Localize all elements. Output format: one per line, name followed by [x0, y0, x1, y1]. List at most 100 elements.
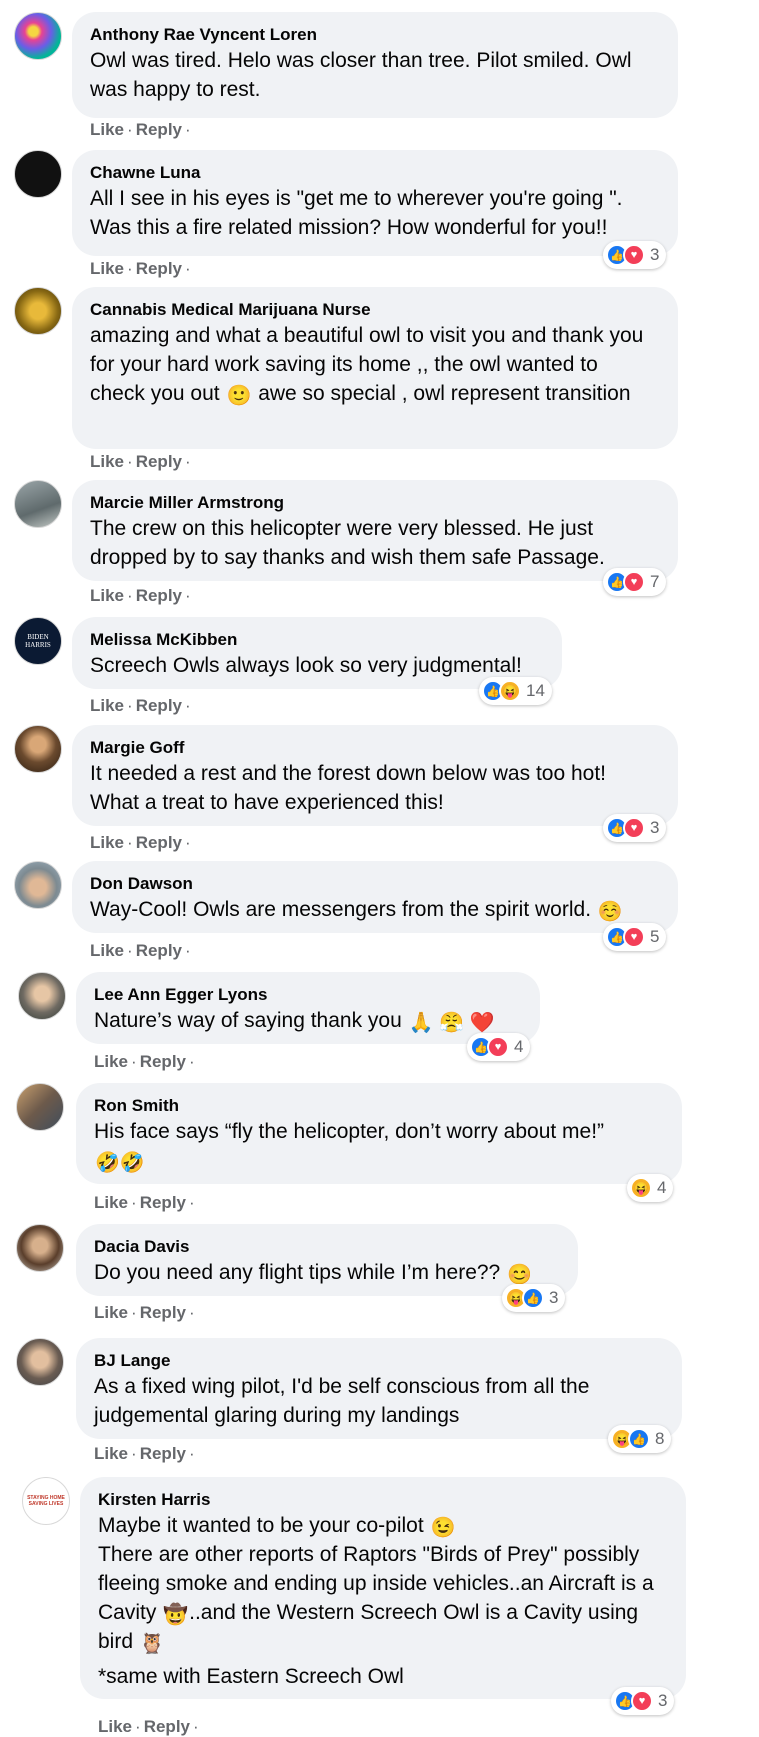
- comment-text: Maybe it wanted to be your co-pilot 😉 Th…: [98, 1514, 654, 1688]
- comment-text: amazing and what a beautiful owl to visi…: [90, 324, 644, 407]
- avatar[interactable]: [14, 725, 62, 773]
- comment-bubble: Marcie Miller Armstrong The crew on this…: [72, 480, 678, 581]
- like-link[interactable]: Like: [94, 1193, 128, 1212]
- haha-reaction-icon: 😝: [630, 1177, 652, 1199]
- comment-author[interactable]: Cannabis Medical Marijuana Nurse: [90, 299, 658, 321]
- comment-actions: Like · Reply ·: [98, 1717, 199, 1736]
- comment-actions: Like · Reply ·: [90, 833, 191, 852]
- avatar[interactable]: [14, 287, 62, 335]
- avatar[interactable]: [14, 861, 62, 909]
- like-link[interactable]: Like: [90, 452, 124, 471]
- comment-actions: Like · Reply ·: [90, 259, 191, 278]
- comment-actions: Like · Reply ·: [94, 1052, 195, 1071]
- reply-link[interactable]: Reply: [140, 1193, 186, 1212]
- reaction-count: 7: [650, 572, 660, 591]
- reply-link[interactable]: Reply: [136, 833, 182, 852]
- avatar[interactable]: [16, 1224, 64, 1272]
- reply-link[interactable]: Reply: [140, 1052, 186, 1071]
- reaction-count: 8: [655, 1429, 665, 1448]
- reply-link[interactable]: Reply: [136, 696, 182, 715]
- comment-actions: Like · Reply ·: [94, 1303, 195, 1322]
- wink-emoji-icon: 😉: [430, 1517, 456, 1539]
- reaction-count: 4: [657, 1178, 667, 1197]
- love-reaction-icon: ♥: [623, 926, 645, 948]
- comment-author[interactable]: Marcie Miller Armstrong: [90, 492, 658, 514]
- like-link[interactable]: Like: [90, 120, 124, 139]
- comment-text: Owl was tired. Helo was closer than tree…: [90, 49, 632, 101]
- comment-actions: Like · Reply ·: [90, 452, 191, 471]
- comment-bubble: BJ Lange As a fixed wing pilot, I'd be s…: [76, 1338, 682, 1439]
- smiling-eyes-emoji-icon: 😊: [507, 1264, 532, 1286]
- haha-reaction-icon: 😝: [499, 680, 521, 702]
- like-link[interactable]: Like: [98, 1717, 132, 1736]
- reaction-summary[interactable]: 👍 ♥ 5: [603, 923, 667, 951]
- comment-text: Nature’s way of saying thank you 🙏 😤 ❤️: [94, 1009, 495, 1034]
- avatar-logo-text: STAYING HOME SAVING LIVES: [27, 1495, 65, 1507]
- reaction-summary[interactable]: 😝 4: [627, 1174, 674, 1202]
- like-link[interactable]: Like: [90, 259, 124, 278]
- avatar[interactable]: BIDEN HARRIS: [14, 617, 62, 665]
- reaction-summary[interactable]: 👍 ♥ 4: [467, 1033, 531, 1061]
- reaction-count: 3: [650, 245, 660, 264]
- avatar[interactable]: [14, 150, 62, 198]
- reply-link[interactable]: Reply: [144, 1717, 190, 1736]
- comment-author[interactable]: Kirsten Harris: [98, 1489, 666, 1511]
- reaction-summary[interactable]: 👍 ♥ 3: [603, 814, 667, 842]
- comment-bubble: Ron Smith His face says “fly the helicop…: [76, 1083, 682, 1184]
- comment-author[interactable]: Don Dawson: [90, 873, 658, 895]
- relieved-smile-emoji-icon: ☺️: [597, 901, 623, 923]
- comment-text: His face says “fly the helicopter, don’t…: [94, 1120, 605, 1174]
- avatar[interactable]: [18, 972, 66, 1020]
- reaction-summary[interactable]: 👍 😝 14: [479, 677, 552, 705]
- reply-link[interactable]: Reply: [140, 1303, 186, 1322]
- like-link[interactable]: Like: [90, 941, 124, 960]
- reaction-summary[interactable]: 👍 ♥ 7: [603, 568, 667, 596]
- comment-thread: Anthony Rae Vyncent Loren Owl was tired.…: [0, 0, 759, 1736]
- reply-link[interactable]: Reply: [136, 941, 182, 960]
- comment-actions: Like · Reply ·: [94, 1444, 195, 1463]
- comment-author[interactable]: Lee Ann Egger Lyons: [94, 984, 520, 1006]
- avatar[interactable]: STAYING HOME SAVING LIVES: [22, 1477, 70, 1525]
- comment-author[interactable]: Dacia Davis: [94, 1236, 558, 1258]
- comment-bubble: Kirsten Harris Maybe it wanted to be you…: [80, 1477, 686, 1699]
- reply-link[interactable]: Reply: [136, 452, 182, 471]
- owl-emoji-icon: 🦉: [139, 1633, 165, 1655]
- reaction-summary[interactable]: 😝 👍 3: [502, 1284, 566, 1312]
- like-link[interactable]: Like: [94, 1444, 128, 1463]
- like-link[interactable]: Like: [94, 1052, 128, 1071]
- comment-author[interactable]: Margie Goff: [90, 737, 658, 759]
- reaction-count: 3: [549, 1288, 559, 1307]
- comment-text: All I see in his eyes is "get me to wher…: [90, 187, 623, 239]
- comment-actions: Like · Reply ·: [90, 941, 191, 960]
- reaction-summary[interactable]: 👍 ♥ 3: [603, 241, 667, 269]
- love-reaction-icon: ♥: [631, 1690, 653, 1712]
- reply-link[interactable]: Reply: [140, 1444, 186, 1463]
- reaction-summary[interactable]: 👍 ♥ 3: [611, 1687, 675, 1715]
- reaction-summary[interactable]: 😝 👍 8: [608, 1425, 672, 1453]
- avatar[interactable]: [16, 1083, 64, 1131]
- love-reaction-icon: ♥: [487, 1036, 509, 1058]
- like-link[interactable]: Like: [94, 1303, 128, 1322]
- like-link[interactable]: Like: [90, 833, 124, 852]
- comment-bubble: Lee Ann Egger Lyons Nature’s way of sayi…: [76, 972, 540, 1044]
- reply-link[interactable]: Reply: [136, 120, 182, 139]
- avatar[interactable]: [14, 480, 62, 528]
- comment-author[interactable]: Melissa McKibben: [90, 629, 542, 651]
- comment-text: Screech Owls always look so very judgmen…: [90, 654, 522, 677]
- reaction-count: 3: [650, 818, 660, 837]
- comment-author[interactable]: Chawne Luna: [90, 162, 658, 184]
- comment-bubble: Margie Goff It needed a rest and the for…: [72, 725, 678, 826]
- comment-author[interactable]: BJ Lange: [94, 1350, 662, 1372]
- reply-link[interactable]: Reply: [136, 586, 182, 605]
- like-link[interactable]: Like: [90, 586, 124, 605]
- love-reaction-icon: ♥: [623, 571, 645, 593]
- comment-author[interactable]: Anthony Rae Vyncent Loren: [90, 24, 658, 46]
- comment-author[interactable]: Ron Smith: [94, 1095, 662, 1117]
- avatar[interactable]: [14, 12, 62, 60]
- comment-text: As a fixed wing pilot, I'd be self consc…: [94, 1375, 590, 1427]
- pray-triumph-heart-emoji-icon: 🙏 😤 ❤️: [408, 1012, 495, 1034]
- reply-link[interactable]: Reply: [136, 259, 182, 278]
- comment-text: It needed a rest and the forest down bel…: [90, 762, 606, 814]
- avatar[interactable]: [16, 1338, 64, 1386]
- like-link[interactable]: Like: [90, 696, 124, 715]
